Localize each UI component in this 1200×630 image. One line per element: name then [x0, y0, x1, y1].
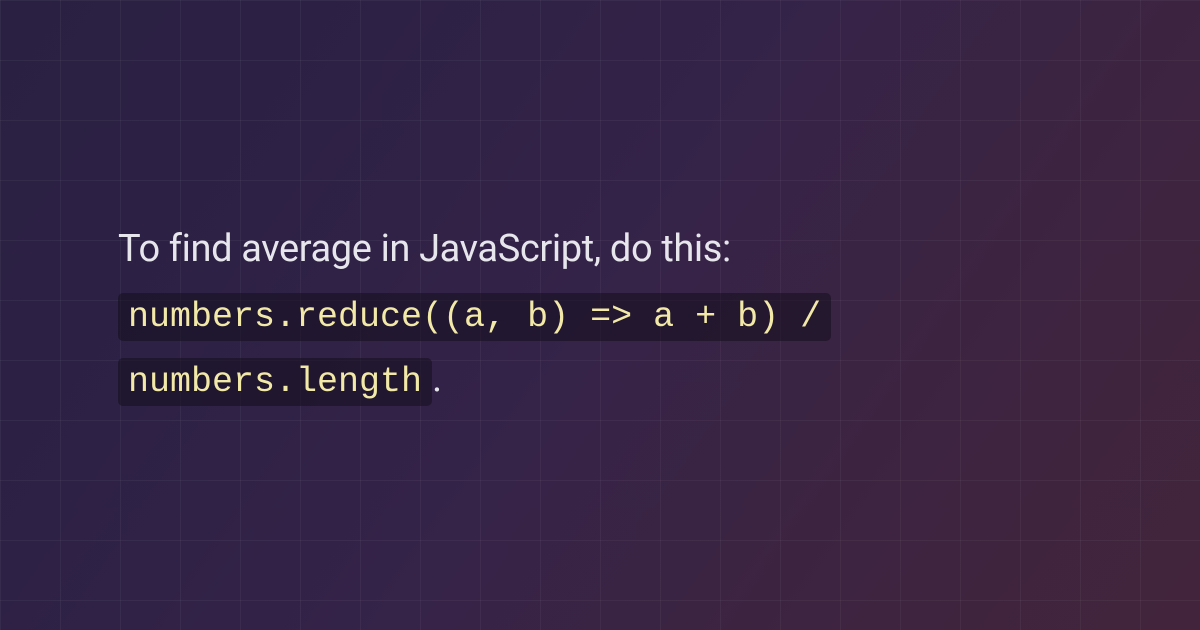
content-block: To find average in JavaScript, do this: … [118, 217, 831, 413]
code-snippet-line-2: numbers.length [118, 358, 432, 406]
intro-text: To find average in JavaScript, do this: [118, 227, 731, 271]
code-snippet-line-1: numbers.reduce((a, b) => a + b) / [118, 293, 831, 341]
description-text: To find average in JavaScript, do this: … [118, 217, 831, 413]
snippet-card: To find average in JavaScript, do this: … [0, 0, 1200, 630]
trailing-period: . [432, 357, 442, 401]
